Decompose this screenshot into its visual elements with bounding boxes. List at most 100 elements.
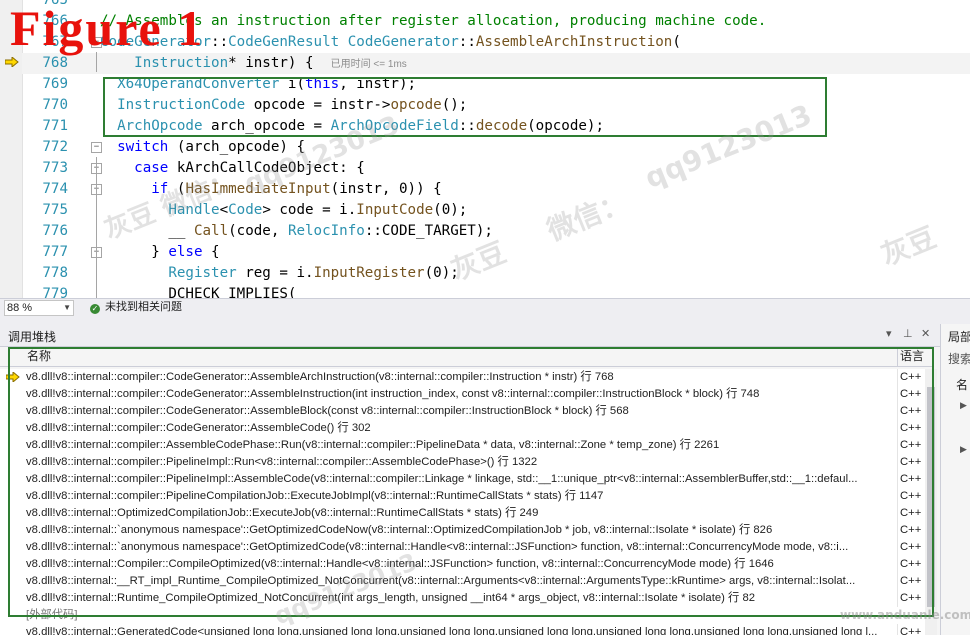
stack-frame-language: C++	[897, 624, 925, 635]
call-stack-title: 调用堆栈	[8, 330, 57, 344]
line-number: 768	[42, 55, 68, 71]
code-token: {	[202, 244, 220, 260]
highlight-box-opcode	[103, 77, 827, 137]
code-text: __ Call(code, RelocInfo::CODE_TARGET);	[100, 221, 493, 242]
chevron-down-icon: ▼	[63, 303, 71, 312]
call-stack-row[interactable]: v8.dll!v8::internal::GeneratedCode<unsig…	[0, 624, 925, 635]
code-token: __	[168, 223, 194, 239]
code-token: kArchCallCodeObject: {	[168, 160, 365, 176]
code-token: > code = i.	[262, 202, 357, 218]
code-line[interactable]: 779 DCHECK_IMPLIES(	[22, 284, 970, 298]
code-token: (	[168, 181, 186, 197]
code-token: Handle	[168, 202, 220, 218]
issues-text: 未找到相关问题	[105, 301, 182, 313]
stack-frame-name: v8.dll!v8::internal::GeneratedCode<unsig…	[26, 626, 878, 635]
code-line[interactable]: 775 Handle<Code> code = i.InputCode(0);	[22, 200, 970, 221]
line-number: 769	[42, 76, 68, 92]
code-line[interactable]: 776 __ Call(code, RelocInfo::CODE_TARGET…	[22, 221, 970, 242]
code-editor[interactable]: 765 766// Assembles an instruction after…	[0, 0, 970, 298]
code-token: (arch_opcode) {	[168, 139, 306, 155]
code-text: if (HasImmediateInput(instr, 0)) {	[100, 179, 442, 200]
code-text: Register reg = i.InputRegister(0);	[100, 263, 459, 284]
code-token: InputCode	[356, 202, 434, 218]
code-token: switch	[117, 139, 169, 155]
code-token: CodeGenerator	[347, 34, 459, 50]
code-token: <	[219, 202, 229, 218]
expand-arrow-icon[interactable]: ▶	[960, 400, 967, 411]
close-icon[interactable]: ✕	[921, 327, 930, 340]
code-token: (	[672, 34, 681, 50]
line-number: 777	[42, 244, 68, 260]
code-token: Instruction	[134, 55, 229, 71]
code-text: DCHECK_IMPLIES(	[100, 284, 296, 298]
elapsed-time-hint: 已用时间 <= 1ms	[330, 59, 407, 70]
code-line[interactable]: 778 Register reg = i.InputRegister(0);	[22, 263, 970, 284]
code-line[interactable]: 774− if (HasImmediateInput(instr, 0)) {	[22, 179, 970, 200]
window-position-dropdown-icon[interactable]: ▾	[886, 327, 892, 340]
code-token: ::	[458, 34, 476, 50]
code-token: RelocInfo	[287, 223, 365, 239]
code-token: (code,	[228, 223, 288, 239]
zoom-value: 88 %	[7, 302, 33, 314]
check-circle-icon: ✓	[90, 304, 100, 314]
line-number: 776	[42, 223, 68, 239]
locals-column-header: 名	[956, 378, 969, 392]
locals-title: 局部	[948, 330, 970, 344]
code-line[interactable]: 772− switch (arch_opcode) {	[22, 137, 970, 158]
code-token: case	[134, 160, 169, 176]
call-stack-title-bar: 调用堆栈 ▾ ⊥ ✕	[0, 324, 940, 347]
line-number: 774	[42, 181, 68, 197]
code-line[interactable]: 773− case kArchCallCodeObject: {	[22, 158, 970, 179]
expand-arrow-icon[interactable]: ▶	[960, 444, 967, 455]
figure-title: Figure 1	[10, 0, 205, 56]
code-token: (0);	[424, 265, 459, 281]
editor-status-bar: 88 % ▼ ✓ 未找到相关问题	[0, 298, 970, 317]
code-token: else	[168, 244, 203, 260]
current-statement-arrow-icon	[5, 57, 19, 67]
code-token: DCHECK_IMPLIES(	[100, 286, 297, 298]
code-token: CodeGenResult	[228, 34, 348, 50]
line-number: 771	[42, 118, 68, 134]
code-line[interactable]: 777− } else {	[22, 242, 970, 263]
issues-indicator[interactable]: ✓ 未找到相关问题	[90, 299, 182, 316]
code-token: (instr, 0)) {	[330, 181, 442, 197]
zoom-dropdown[interactable]: 88 % ▼	[4, 300, 74, 316]
code-token: * instr) {	[228, 55, 314, 71]
highlight-box-call-stack	[8, 347, 934, 617]
code-text: switch (arch_opcode) {	[100, 137, 305, 158]
code-token: ::	[211, 34, 229, 50]
code-token: AssembleArchInstruction	[475, 34, 673, 50]
locals-search-input[interactable]: 搜索	[948, 350, 970, 367]
line-number: 779	[42, 286, 68, 298]
line-number: 773	[42, 160, 68, 176]
code-token: HasImmediateInput	[185, 181, 331, 197]
code-token: InputRegister	[313, 265, 425, 281]
code-text: Handle<Code> code = i.InputCode(0);	[100, 200, 467, 221]
line-number: 772	[42, 139, 68, 155]
code-token: ::CODE_TARGET);	[364, 223, 493, 239]
line-number: 775	[42, 202, 68, 218]
fold-guide	[96, 157, 97, 298]
code-token: if	[151, 181, 169, 197]
code-text: Instruction* instr) { 已用时间 <= 1ms	[100, 53, 407, 75]
code-token: (0);	[433, 202, 468, 218]
code-token: Code	[228, 202, 263, 218]
code-line[interactable]: 768 Instruction* instr) { 已用时间 <= 1ms	[22, 53, 970, 74]
code-text: case kArchCallCodeObject: {	[100, 158, 365, 179]
pin-icon[interactable]: ⊥	[903, 327, 913, 340]
code-token: }	[100, 244, 169, 260]
panel-splitter[interactable]	[0, 316, 970, 324]
code-token: Register	[168, 265, 237, 281]
code-text: } else {	[100, 242, 220, 263]
locals-panel: 局部 搜索 名 ▶ ▶	[941, 324, 970, 635]
code-token: reg = i.	[236, 265, 314, 281]
line-number: 778	[42, 265, 68, 281]
code-token: Call	[193, 223, 229, 239]
